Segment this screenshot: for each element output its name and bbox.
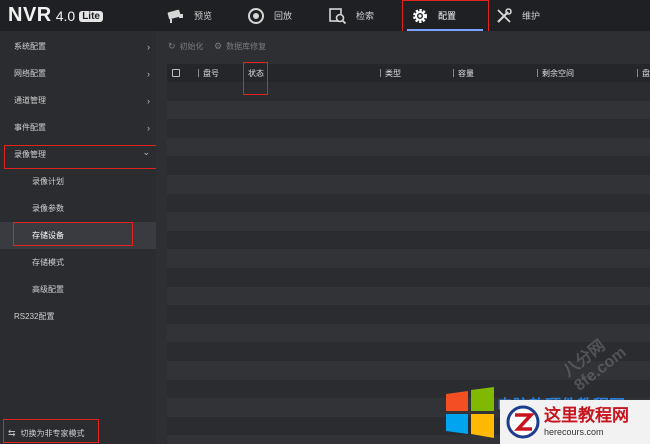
table-row[interactable]: [167, 193, 650, 213]
chevron-right-icon: ›: [147, 95, 150, 106]
col-status-label: 状态: [248, 68, 264, 78]
refresh-icon: ↻: [168, 41, 176, 51]
watermark-badge: 这里教程网 herecours.com: [500, 400, 650, 444]
nav-search[interactable]: 检索: [328, 0, 374, 31]
table-row[interactable]: [167, 82, 650, 101]
sidebar: 系统配置 › 网络配置 › 通道管理 › 事件配置 › 录像管理 ⌄ 录像计划 …: [0, 31, 156, 444]
sidebar-item-label: RS232配置: [14, 312, 55, 321]
nav-preview[interactable]: 预览: [166, 0, 212, 31]
search-icon: [328, 6, 348, 26]
nav-search-label: 检索: [356, 11, 375, 21]
nav-maintenance-label: 维护: [522, 11, 541, 21]
sidebar-item-record-params[interactable]: 录像参数: [0, 195, 156, 222]
sidebar-item-storage-mode[interactable]: 存储模式: [0, 249, 156, 276]
sidebar-item-channel[interactable]: 通道管理 ›: [0, 87, 156, 114]
tools-icon: [494, 6, 514, 26]
sidebar-item-label: 事件配置: [14, 123, 46, 132]
logo-version: 4.0: [55, 8, 76, 24]
sidebar-item-label: 系统配置: [14, 42, 46, 51]
table-row[interactable]: [167, 174, 650, 194]
top-navigation-bar: NVR 4.0 Lite 预览 回放 检索 配置 维护: [0, 0, 650, 31]
nav-playback[interactable]: 回放: [246, 0, 292, 31]
sidebar-item-label: 高级配置: [32, 285, 64, 294]
col-capacity-label: 容量: [458, 68, 474, 78]
nav-config[interactable]: 配置: [410, 0, 456, 31]
swap-icon: ⇆: [8, 428, 16, 438]
sidebar-item-system[interactable]: 系统配置 ›: [0, 33, 156, 60]
app-logo: NVR 4.0 Lite: [8, 4, 103, 26]
col-disk-no-label: 盘号: [203, 68, 219, 78]
nav-maintenance[interactable]: 维护: [494, 0, 540, 31]
col-overflow[interactable]: 盘: [637, 64, 650, 82]
table-row[interactable]: [167, 249, 650, 268]
table-row[interactable]: [167, 305, 650, 324]
logo-name: NVR: [8, 4, 52, 26]
col-status[interactable]: 状态: [248, 64, 264, 82]
col-type[interactable]: 类型: [380, 64, 401, 82]
sidebar-item-record-schedule[interactable]: 录像计划: [0, 168, 156, 195]
table-row[interactable]: [167, 267, 650, 287]
switch-mode-button[interactable]: ⇆ 切换为非专家模式: [0, 423, 156, 444]
sidebar-item-storage-device[interactable]: 存储设备: [0, 222, 156, 249]
col-disk-no[interactable]: 盘号: [198, 64, 219, 82]
table-header: 盘号 状态 类型 容量 剩余空间 盘: [167, 64, 650, 82]
chevron-right-icon: ›: [147, 122, 150, 133]
table-row[interactable]: [167, 286, 650, 306]
initialize-label: 初始化: [179, 42, 204, 51]
col-overflow-label: 盘: [642, 68, 650, 78]
table-row[interactable]: [167, 323, 650, 343]
select-all-checkbox[interactable]: [172, 64, 180, 82]
playback-icon: [246, 6, 266, 26]
gear-icon: [410, 6, 430, 26]
camera-icon: [166, 6, 186, 26]
nav-playback-label: 回放: [274, 11, 293, 21]
chevron-right-icon: ›: [147, 41, 150, 52]
sidebar-item-label: 录像计划: [32, 177, 64, 186]
badge-title: 这里教程网: [544, 405, 629, 426]
sidebar-item-label: 通道管理: [14, 96, 46, 105]
sidebar-item-network[interactable]: 网络配置 ›: [0, 60, 156, 87]
sidebar-item-advanced[interactable]: 高级配置: [0, 276, 156, 303]
windows-logo-icon: [444, 386, 496, 438]
initialize-button[interactable]: ↻ 初始化: [168, 41, 204, 52]
sidebar-item-label: 存储模式: [32, 258, 64, 267]
chevron-right-icon: ›: [147, 68, 150, 79]
sidebar-item-label: 网络配置: [14, 69, 46, 78]
sidebar-item-label: 录像管理: [14, 150, 46, 159]
col-type-label: 类型: [385, 68, 401, 78]
sidebar-item-label: 存储设备: [32, 231, 64, 240]
nav-preview-label: 预览: [194, 11, 213, 21]
col-free-space-label: 剩余空间: [542, 68, 574, 78]
toolbar: ↻ 初始化 ⚙ 数据库修复: [156, 31, 650, 61]
sidebar-item-recording[interactable]: 录像管理 ⌄: [0, 141, 156, 168]
table-row[interactable]: [167, 212, 650, 231]
col-free-space[interactable]: 剩余空间: [537, 64, 574, 82]
nvr-app: NVR 4.0 Lite 预览 回放 检索 配置 维护 系统配置 › 网络配置 …: [0, 0, 650, 444]
switch-mode-label: 切换为非专家模式: [20, 429, 85, 438]
chevron-down-icon: ⌄: [142, 147, 150, 157]
table-row[interactable]: [167, 230, 650, 250]
table-row[interactable]: [167, 137, 650, 157]
nav-config-label: 配置: [438, 11, 457, 21]
table-row[interactable]: [167, 119, 650, 138]
sidebar-item-label: 录像参数: [32, 204, 64, 213]
gear-icon: ⚙: [214, 41, 223, 51]
checkbox-icon: [172, 69, 180, 77]
sidebar-item-rs232[interactable]: RS232配置: [0, 303, 156, 330]
badge-logo-icon: [506, 405, 540, 439]
table-row[interactable]: [167, 156, 650, 175]
db-repair-button[interactable]: ⚙ 数据库修复: [214, 41, 266, 52]
table-row[interactable]: [167, 100, 650, 120]
sidebar-item-event[interactable]: 事件配置 ›: [0, 114, 156, 141]
db-repair-label: 数据库修复: [226, 42, 267, 51]
col-capacity[interactable]: 容量: [453, 64, 474, 82]
badge-url: herecours.com: [544, 426, 604, 437]
logo-edition: Lite: [79, 11, 103, 22]
